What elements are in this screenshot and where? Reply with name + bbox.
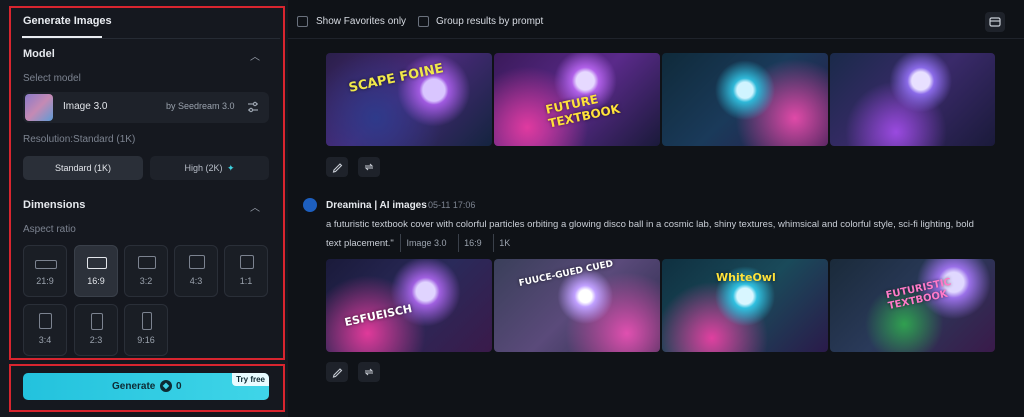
- generated-image[interactable]: FUTURISTIC TEXTBOOK: [830, 259, 995, 352]
- ratio-tag: 16:9: [458, 234, 487, 252]
- group-results-label[interactable]: Group results by prompt: [436, 16, 543, 27]
- generated-image[interactable]: FUTURE TEXTBOOK: [494, 53, 660, 146]
- select-model-label: Select model: [23, 73, 81, 84]
- sparkle-icon: ✦: [226, 163, 235, 173]
- ratio-16-9[interactable]: 16:9: [74, 245, 118, 297]
- ratio-label: 2:3: [89, 335, 103, 345]
- prompt-text: a futuristic textbook cover with colorfu…: [326, 216, 986, 253]
- edit-button[interactable]: [326, 157, 348, 177]
- aspect-ratio-label: Aspect ratio: [23, 224, 76, 235]
- ratio-4-3[interactable]: 4:3: [174, 245, 218, 297]
- image-background: [662, 53, 828, 146]
- ratio-shape-icon: [35, 260, 57, 269]
- model-tag: Image 3.0: [400, 234, 451, 252]
- sliders-icon[interactable]: [246, 100, 260, 114]
- generate-label: Generate: [112, 381, 156, 392]
- refresh-icon: [364, 368, 374, 376]
- group-results-checkbox[interactable]: [418, 16, 429, 27]
- ratio-shape-icon: [39, 313, 52, 329]
- generate-button[interactable]: Generate ◆ 0 Try free: [23, 373, 269, 400]
- generated-image[interactable]: ESFUEISCH: [326, 259, 492, 352]
- ratio-9-16[interactable]: 9:16: [124, 304, 168, 356]
- ratio-shape-icon: [240, 255, 254, 269]
- ratio-shape-icon: [138, 256, 156, 269]
- regenerate-button[interactable]: [358, 157, 380, 177]
- ratio-label: 3:2: [139, 276, 153, 286]
- chevron-up-icon[interactable]: ︿: [250, 199, 260, 214]
- image-text: WhiteOwl: [716, 271, 776, 284]
- model-name: Image 3.0: [63, 101, 108, 112]
- generated-image[interactable]: [662, 53, 828, 146]
- ratio-21-9[interactable]: 21:9: [23, 245, 67, 297]
- model-section-title: Model: [23, 48, 55, 60]
- generated-image[interactable]: WhiteOwl: [662, 259, 828, 352]
- sidebar: Generate Images Model ︿ Select model Ima…: [0, 0, 288, 417]
- app-window: Generate Images Model ︿ Select model Ima…: [0, 0, 1024, 417]
- ratio-label: 3:4: [38, 335, 52, 345]
- image-row-2: ESFUEISCH FUUCE-GUED CUED WhiteOwl FUTUR…: [326, 259, 995, 352]
- model-selector[interactable]: Image 3.0 by Seedream 3.0: [23, 92, 269, 123]
- ratio-label: 9:16: [137, 335, 155, 345]
- generated-image[interactable]: [830, 53, 995, 146]
- resolution-tag: 1K: [493, 234, 515, 252]
- image-background: [830, 53, 995, 146]
- refresh-icon: [364, 163, 374, 171]
- ratio-3-4[interactable]: 3:4: [23, 304, 67, 356]
- dimensions-section-title: Dimensions: [23, 199, 86, 211]
- ratio-label: 1:1: [239, 276, 253, 286]
- ratio-shape-icon: [142, 312, 152, 330]
- author-name: Dreamina | AI images: [326, 200, 427, 211]
- panel-icon: [989, 17, 1001, 27]
- resolution-high-label: High (2K): [184, 163, 223, 173]
- model-provider: by Seedream 3.0: [166, 101, 235, 111]
- resolution-standard-label: Standard (1K): [54, 163, 112, 173]
- show-favorites-checkbox[interactable]: [297, 16, 308, 27]
- ratio-label: 21:9: [36, 276, 54, 286]
- resolution-standard-button[interactable]: Standard (1K): [23, 156, 143, 180]
- try-free-badge: Try free: [232, 373, 269, 386]
- tab-generate-images[interactable]: Generate Images: [23, 15, 112, 27]
- resolution-high-button[interactable]: High (2K) ✦: [150, 156, 269, 180]
- show-favorites-label[interactable]: Show Favorites only: [316, 16, 406, 27]
- generated-image[interactable]: FUUCE-GUED CUED: [494, 259, 660, 352]
- model-thumbnail: [25, 94, 53, 121]
- ratio-shape-icon: [189, 255, 205, 269]
- ratio-shape-icon: [87, 257, 107, 269]
- results-panel: Show Favorites only Group results by pro…: [288, 0, 1024, 417]
- ratio-label: 4:3: [189, 276, 203, 286]
- regenerate-button[interactable]: [358, 362, 380, 382]
- generate-cost: 0: [176, 381, 182, 392]
- ratio-label: 16:9: [87, 276, 105, 286]
- ratio-1-1[interactable]: 1:1: [224, 245, 268, 297]
- collapse-panel-button[interactable]: [985, 12, 1005, 32]
- pencil-icon: [332, 368, 343, 378]
- ratio-3-2[interactable]: 3:2: [124, 245, 168, 297]
- pencil-icon: [332, 163, 343, 173]
- toolbar-divider: [288, 38, 1024, 39]
- ratio-shape-icon: [91, 313, 103, 330]
- avatar: [303, 198, 317, 212]
- credit-coin-icon: ◆: [160, 380, 172, 392]
- resolution-label: Resolution:Standard (1K): [23, 134, 136, 145]
- edit-button[interactable]: [326, 362, 348, 382]
- generated-image[interactable]: SCAPE FOINE: [326, 53, 492, 146]
- ratio-2-3[interactable]: 2:3: [74, 304, 118, 356]
- chevron-up-icon[interactable]: ︿: [250, 48, 260, 63]
- timestamp: 05-11 17:06: [428, 200, 476, 210]
- tab-divider: [22, 38, 280, 39]
- image-row-1: SCAPE FOINE FUTURE TEXTBOOK: [326, 53, 995, 146]
